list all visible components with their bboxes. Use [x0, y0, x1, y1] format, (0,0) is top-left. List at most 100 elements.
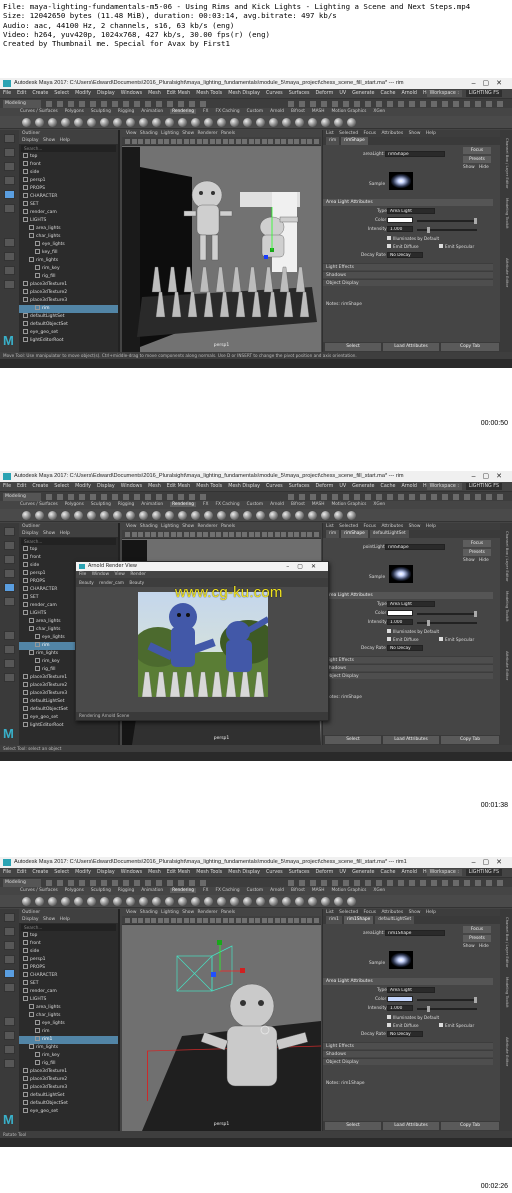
shelf-shader-icon[interactable]: [230, 511, 239, 520]
intensity-slider[interactable]: [417, 227, 477, 233]
viewport-tool-icon[interactable]: [190, 532, 195, 537]
menu-item-mesh-tools[interactable]: Mesh Tools: [196, 484, 222, 489]
viewport-tool-icon[interactable]: [248, 532, 254, 537]
status-tool-icon[interactable]: [343, 101, 349, 107]
viewport-tool-icon[interactable]: [300, 918, 306, 923]
side-tab[interactable]: Attribute Editor: [502, 651, 510, 680]
viewport-tool-icon[interactable]: [274, 139, 280, 144]
shelf-shader-icon[interactable]: [269, 897, 278, 906]
viewport-menu-item[interactable]: View: [126, 131, 136, 136]
type-dropdown[interactable]: Area Light: [387, 987, 435, 993]
viewport-menu-item[interactable]: Show: [182, 131, 194, 136]
outliner-item[interactable]: rim: [19, 305, 118, 313]
shelf-shader-icon[interactable]: [152, 118, 161, 127]
menu-item-select[interactable]: Select: [54, 870, 69, 875]
shelf-tab[interactable]: Rendering: [170, 888, 197, 893]
shelf-shader-icon[interactable]: [243, 511, 252, 520]
viewport-canvas[interactable]: persp1: [122, 926, 321, 1131]
viewport-menu-item[interactable]: Renderer: [198, 524, 218, 529]
status-tool-icon[interactable]: [145, 880, 151, 886]
shelf-shader-icon[interactable]: [334, 511, 343, 520]
ae-menu-item[interactable]: Attributes: [382, 910, 404, 915]
viewport-tool-icon[interactable]: [216, 532, 221, 537]
ae-node-tab[interactable]: defaultLightSet: [369, 530, 409, 538]
ae-node-tab[interactable]: rim1Shape: [343, 916, 374, 924]
ae-menu-item[interactable]: Focus: [364, 524, 377, 529]
outliner-item[interactable]: area_lights: [19, 1004, 118, 1012]
outliner-item[interactable]: place3dTexture2: [19, 289, 118, 297]
status-tool-icon[interactable]: [321, 880, 327, 886]
layout-icon[interactable]: [4, 252, 15, 261]
render-window-controls[interactable]: –▢✕: [286, 562, 324, 571]
status-tool-icon[interactable]: [464, 101, 470, 107]
shelf-shader-icon[interactable]: [126, 511, 135, 520]
status-tool-icon[interactable]: [431, 880, 437, 886]
viewport-tool-icon[interactable]: [300, 139, 306, 144]
viewport-tool-icon[interactable]: [255, 918, 260, 923]
outliner-item[interactable]: persp1: [19, 956, 118, 964]
side-tab[interactable]: Modeling Toolkit: [502, 977, 510, 1008]
layout-icon[interactable]: [4, 1045, 15, 1054]
shelf-shader-icon[interactable]: [113, 511, 122, 520]
layout-icon[interactable]: [4, 645, 15, 654]
status-tool-icon[interactable]: [167, 494, 173, 500]
viewport-tool-icon[interactable]: [196, 139, 202, 144]
menu-item-edit-mesh[interactable]: Edit Mesh: [167, 870, 190, 875]
menu-item-create[interactable]: Create: [32, 870, 48, 875]
viewport-tool-icon[interactable]: [177, 918, 182, 923]
menu-item-mesh[interactable]: Mesh: [148, 870, 161, 875]
menu-item-modify[interactable]: Modify: [75, 870, 91, 875]
ae-menu-item[interactable]: Help: [426, 131, 436, 136]
menu-item-curves[interactable]: Curves: [266, 484, 283, 489]
select-button[interactable]: Select: [325, 736, 381, 744]
shelf-tab[interactable]: Arnold: [270, 109, 284, 114]
shelf-shader-icon[interactable]: [321, 897, 330, 906]
menu-item-cache[interactable]: Cache: [381, 91, 396, 96]
viewport-tool-icon[interactable]: [235, 139, 241, 144]
layout-icon[interactable]: [4, 1017, 15, 1026]
select-tool-icon[interactable]: [4, 913, 15, 922]
outliner-item[interactable]: CHARACTER: [19, 972, 118, 980]
menu-item-mesh-display[interactable]: Mesh Display: [228, 91, 260, 96]
menu-item-modify[interactable]: Modify: [75, 484, 91, 489]
viewport-tool-icon[interactable]: [164, 918, 169, 923]
shelf-tab[interactable]: Rendering: [170, 109, 197, 114]
outliner-item[interactable]: PROPS: [19, 185, 118, 193]
shelf-tab[interactable]: FX: [203, 888, 208, 893]
viewport-tool-icon[interactable]: [300, 532, 306, 537]
shelf-shader-icon[interactable]: [204, 511, 213, 520]
area-light-attributes-section[interactable]: Area Light Attributes: [323, 199, 493, 206]
viewport-tool-icon[interactable]: [222, 918, 228, 923]
ae-menu-item[interactable]: Show: [409, 131, 421, 136]
viewport-tool-icon[interactable]: [307, 532, 312, 537]
viewport-tool-icon[interactable]: [151, 532, 156, 537]
outliner-item[interactable]: place3dTexture1: [19, 281, 118, 289]
show-button[interactable]: Show: [463, 558, 475, 563]
intensity-slider[interactable]: [417, 1006, 477, 1012]
viewport-tool-icon[interactable]: [248, 139, 254, 144]
paint-tool-icon[interactable]: [4, 162, 15, 171]
emit-specular-checkbox[interactable]: Emit Specular: [439, 244, 474, 249]
menu-item-uv[interactable]: UV: [339, 870, 346, 875]
viewport-tool-icon[interactable]: [294, 139, 299, 144]
shelf-shader-icon[interactable]: [191, 511, 200, 520]
status-tool-icon[interactable]: [156, 101, 162, 107]
window-controls[interactable]: –▢✕: [472, 471, 509, 482]
shelf-tab[interactable]: FX: [203, 109, 208, 114]
viewport-tool-icon[interactable]: [177, 532, 182, 537]
emit-diffuse-checkbox[interactable]: Emit Diffuse: [387, 244, 419, 249]
viewport-menu-item[interactable]: Shading: [140, 910, 158, 915]
status-tool-icon[interactable]: [354, 494, 360, 500]
viewport-tool-icon[interactable]: [229, 918, 234, 923]
ae-menu-item[interactable]: List: [326, 131, 334, 136]
copy-tab-button[interactable]: Copy Tab: [441, 1122, 499, 1130]
shelf-tab[interactable]: Curves / Surfaces: [20, 109, 58, 114]
status-tool-icon[interactable]: [354, 101, 360, 107]
presets-button[interactable]: Presets: [463, 156, 491, 163]
emit-specular-checkbox[interactable]: Emit Specular: [439, 637, 474, 642]
shelf-tab[interactable]: Polygons: [65, 109, 84, 114]
menu-item-deform[interactable]: Deform: [315, 870, 333, 875]
shelf-shader-icon[interactable]: [100, 118, 109, 127]
viewport-tool-icon[interactable]: [261, 918, 267, 923]
focus-button[interactable]: Focus: [463, 540, 491, 547]
